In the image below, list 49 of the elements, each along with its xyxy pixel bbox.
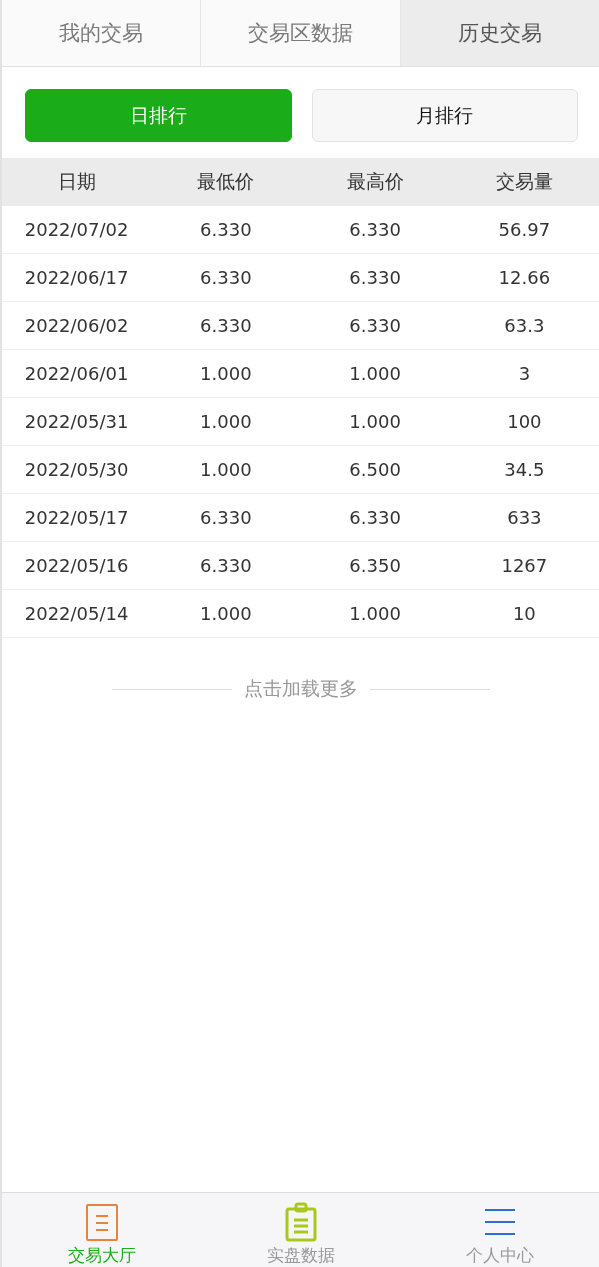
table-cell: 2022/06/02 [24,315,129,336]
column-header: 最低价 [197,169,255,194]
table-cell: 2022/06/01 [24,363,129,384]
table-cell: 1.000 [349,363,401,384]
table-cell: 6.330 [349,267,401,288]
table-cell: 6.330 [200,315,252,336]
table-cell: 2022/05/16 [24,555,129,576]
table-cell: 1.000 [349,603,401,624]
table-cell: 34.5 [504,459,545,480]
table-cell: 1.000 [200,459,252,480]
column-header: 日期 [57,169,96,194]
table-cell: 2022/05/17 [24,507,129,528]
table-cell: 12.66 [498,267,551,288]
table-cell: 6.330 [349,507,401,528]
table-cell: 2022/05/31 [24,411,129,432]
table-cell: 2022/05/30 [24,459,129,480]
ranking-button[interactable]: 月排行 [311,89,578,142]
table-cell: 6.330 [200,507,252,528]
load-more-link[interactable]: 点击加载更多 [243,676,358,702]
table-cell: 6.330 [349,315,401,336]
table-cell: 1.000 [200,603,252,624]
tab[interactable]: 历史交易 [400,0,599,66]
table-cell: 6.330 [200,267,252,288]
table-cell: 1267 [501,555,548,576]
table-cell: 633 [507,507,542,528]
table-cell: 6.330 [200,555,252,576]
table-cell: 3 [518,363,531,384]
table-cell: 6.500 [349,459,401,480]
table-cell: 100 [507,411,542,432]
table-cell: 1.000 [200,411,252,432]
table-cell: 1.000 [200,363,252,384]
table-cell: 6.330 [200,219,252,240]
nav-item[interactable]: 个人中心 [400,1193,599,1267]
nav-item[interactable]: 交易大厅 [2,1193,201,1267]
table-cell: 10 [512,603,536,624]
table-cell: 6.350 [349,555,401,576]
table-cell: 2022/06/17 [24,267,129,288]
table-cell: 6.330 [349,219,401,240]
table-cell: 1.000 [349,411,401,432]
table-cell: 56.97 [498,219,551,240]
column-header: 最高价 [346,169,404,194]
table-cell: 63.3 [504,315,545,336]
tab[interactable]: 交易区数据 [201,0,401,66]
ranking-button[interactable]: 日排行 [25,89,292,142]
column-header: 交易量 [495,169,553,194]
nav-item[interactable]: 实盘数据 [201,1193,400,1267]
tab[interactable]: 我的交易 [2,0,202,66]
table-cell: 2022/07/02 [24,219,129,240]
table-cell: 2022/05/14 [24,603,129,624]
